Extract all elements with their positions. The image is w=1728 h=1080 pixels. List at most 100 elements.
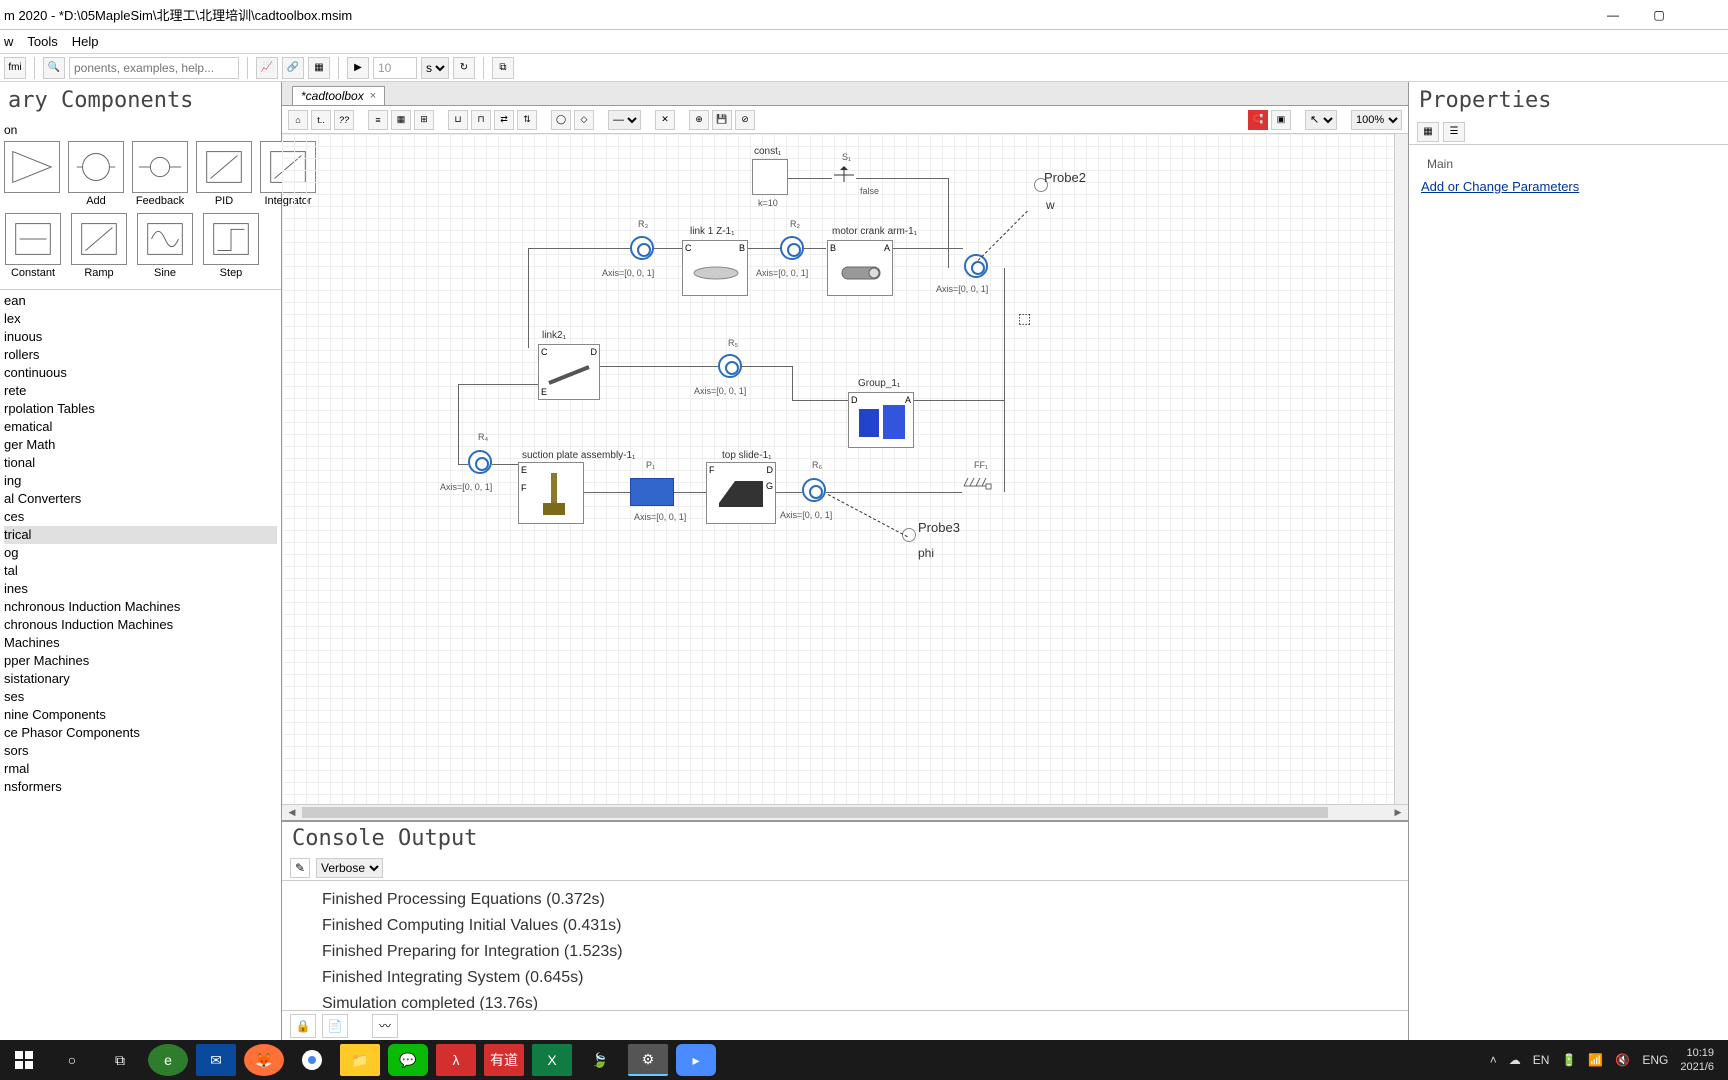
time-unit-select[interactable]: s <box>421 57 449 79</box>
tree-item[interactable]: al Converters <box>4 490 277 508</box>
layout-icon[interactable]: ⊞ <box>414 110 434 130</box>
snap-icon[interactable]: ▣ <box>1271 110 1291 130</box>
flip-h-icon[interactable]: ⇄ <box>494 110 514 130</box>
explorer-icon[interactable]: 📁 <box>340 1044 380 1076</box>
h-scrollbar[interactable]: ◀ ▶ <box>282 804 1408 820</box>
group-icon[interactable]: ⊔ <box>448 110 468 130</box>
lib-item-add[interactable]: Add <box>68 141 124 207</box>
search-taskbar-icon[interactable]: ○ <box>52 1044 92 1076</box>
firefox-icon[interactable]: 🦊 <box>244 1044 284 1076</box>
add-icon[interactable]: ⊕ <box>689 110 709 130</box>
tree-item[interactable]: ce Phasor Components <box>4 724 277 742</box>
tree-item[interactable]: nchronous Induction Machines <box>4 598 277 616</box>
lock-icon[interactable]: 🔒 <box>290 1014 316 1038</box>
block-fixed-frame[interactable] <box>962 474 992 504</box>
clear-console-icon[interactable]: ✎ <box>290 858 310 878</box>
lib-item-sine[interactable]: Sine <box>136 213 194 279</box>
search-input[interactable] <box>69 57 239 79</box>
save-icon[interactable]: 💾 <box>712 110 732 130</box>
tree-item[interactable]: ean <box>4 292 277 310</box>
edge-icon[interactable]: e <box>148 1044 188 1076</box>
magnet-icon[interactable]: 🧲 <box>1248 110 1268 130</box>
block-const[interactable] <box>752 159 788 195</box>
tray-lang-name[interactable]: ENG <box>1642 1053 1668 1067</box>
tree-item[interactable]: tional <box>4 454 277 472</box>
block-switch[interactable] <box>832 166 856 184</box>
task-view-icon[interactable]: ⧉ <box>100 1044 140 1076</box>
copy-icon[interactable]: ⧉ <box>492 57 514 79</box>
lib-item-feedback[interactable]: Feedback <box>132 141 188 207</box>
tray-volume-icon[interactable]: 🔇 <box>1615 1053 1630 1067</box>
link-icon[interactable]: 🔗 <box>282 57 304 79</box>
pdf-icon[interactable]: λ <box>436 1044 476 1076</box>
excel-icon[interactable]: X <box>532 1044 572 1076</box>
menu-view[interactable]: w <box>4 34 13 49</box>
block-revolute-r4[interactable] <box>468 450 492 474</box>
fmi-button[interactable]: fmi <box>4 57 26 79</box>
lib-item-constant[interactable]: Constant <box>4 213 62 279</box>
tray-cloud-icon[interactable]: ☁ <box>1509 1053 1521 1067</box>
menu-tools[interactable]: Tools <box>27 34 57 49</box>
tree-item[interactable]: sors <box>4 742 277 760</box>
tab-cadtoolbox[interactable]: *cadtoolbox × <box>292 86 385 105</box>
tree-item[interactable]: inuous <box>4 328 277 346</box>
tree-item[interactable]: rmal <box>4 760 277 778</box>
delete-icon[interactable]: ⊘ <box>735 110 755 130</box>
play-button[interactable]: ▶ <box>347 57 369 79</box>
tree-item[interactable]: tal <box>4 562 277 580</box>
shuffle-icon[interactable]: ✕ <box>655 110 675 130</box>
block-revolute-r6[interactable] <box>802 478 826 502</box>
youdao-icon[interactable]: 有道 <box>484 1044 524 1076</box>
lib-item-ramp[interactable]: Ramp <box>70 213 128 279</box>
tree-item[interactable]: ses <box>4 688 277 706</box>
view-list-icon[interactable]: ☰ <box>1443 122 1465 142</box>
tree-item[interactable]: nine Components <box>4 706 277 724</box>
console-output[interactable]: Finished Processing Equations (0.372s) F… <box>282 881 1408 1010</box>
text-view-icon[interactable]: 📄 <box>322 1014 348 1038</box>
tree-item[interactable]: nsformers <box>4 778 277 796</box>
maplesim-icon[interactable]: ⚙ <box>628 1044 668 1076</box>
tree-item[interactable]: ing <box>4 472 277 490</box>
sim-time-input[interactable] <box>373 57 417 79</box>
tray-clock[interactable]: 10:19 2021/6 <box>1680 1046 1714 1074</box>
block-motor-crank[interactable]: B A <box>827 240 893 296</box>
outlook-icon[interactable]: ✉ <box>196 1044 236 1076</box>
tray-chevron-icon[interactable]: ˄ <box>1490 1053 1497 1067</box>
search-icon[interactable]: 🔍 <box>43 57 65 79</box>
block-revolute-r3[interactable] <box>630 236 654 260</box>
tree-item[interactable]: og <box>4 544 277 562</box>
tree-item[interactable]: rollers <box>4 346 277 364</box>
shape-icon[interactable]: ◯ <box>551 110 571 130</box>
align-icon[interactable]: ≡ <box>368 110 388 130</box>
tree-item[interactable]: Machines <box>4 634 277 652</box>
tray-lang-code[interactable]: EN <box>1533 1053 1550 1067</box>
tree-item[interactable]: sistationary <box>4 670 277 688</box>
question-icon[interactable]: ?? <box>334 110 354 130</box>
start-icon[interactable] <box>4 1044 44 1076</box>
add-parameters-link[interactable]: Add or Change Parameters <box>1421 179 1579 194</box>
menu-help[interactable]: Help <box>72 34 99 49</box>
cursor-select[interactable]: ↖ <box>1305 110 1337 130</box>
shape2-icon[interactable]: ◇ <box>574 110 594 130</box>
close-button[interactable] <box>1682 0 1728 30</box>
ungroup-icon[interactable]: ⊓ <box>471 110 491 130</box>
block-group1[interactable]: D A <box>848 392 914 448</box>
block-suction[interactable]: E F <box>518 462 584 524</box>
grid-snap-icon[interactable]: ▦ <box>391 110 411 130</box>
tree-item[interactable]: ger Math <box>4 436 277 454</box>
line-style-select[interactable]: — <box>608 110 641 130</box>
minimize-button[interactable]: — <box>1590 0 1636 30</box>
tray-battery-icon[interactable]: 🔋 <box>1561 1053 1576 1067</box>
tree-item[interactable]: rete <box>4 382 277 400</box>
tree-item[interactable]: continuous <box>4 364 277 382</box>
app-icon[interactable]: 🍃 <box>580 1044 620 1076</box>
block-revolute-top-right[interactable] <box>964 254 988 278</box>
taskbar[interactable]: ○ ⧉ e ✉ 🦊 📁 💬 λ 有道 X 🍃 ⚙ ▸ ˄ ☁ EN 🔋 📶 🔇 … <box>0 1040 1728 1080</box>
tree-item[interactable]: trical <box>4 526 277 544</box>
tree-item[interactable]: pper Machines <box>4 652 277 670</box>
tree-item[interactable]: lex <box>4 310 277 328</box>
wechat-icon[interactable]: 💬 <box>388 1044 428 1076</box>
home-icon[interactable]: ⌂ <box>288 110 308 130</box>
chrome-icon[interactable] <box>292 1044 332 1076</box>
plot-axes-icon[interactable]: 📈 <box>256 57 278 79</box>
